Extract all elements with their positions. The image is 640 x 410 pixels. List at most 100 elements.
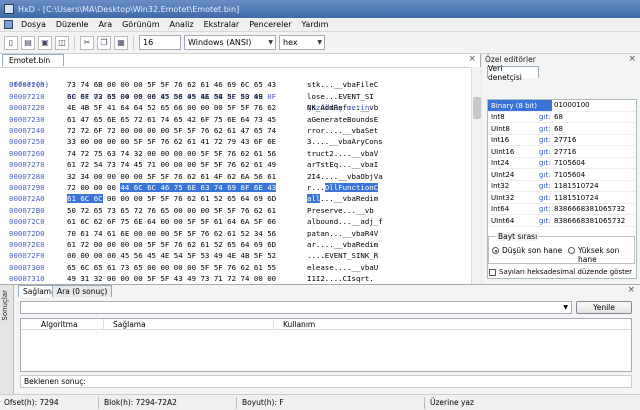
bytes-per-row-spinner[interactable]: 16 [139, 35, 181, 50]
row-decoded-text[interactable]: rror....__vbaSet [307, 125, 378, 136]
close-icon[interactable]: × [628, 54, 636, 64]
row-bytes[interactable]: 74 72 75 63 74 32 00 00 00 00 5F 5F 76 6… [67, 148, 276, 159]
row-bytes[interactable]: 49 31 32 00 00 00 5F 5F 43 49 73 71 72 7… [67, 273, 276, 284]
selected-text[interactable]: DllFunctionC [324, 183, 379, 192]
open-folder-icon[interactable]: ▤ [21, 35, 35, 50]
inspector-value[interactable]: 1181510724 [554, 194, 636, 202]
row-decoded-text[interactable]: albound...__adj_f [307, 216, 383, 227]
menu-extras[interactable]: Ekstralar [199, 20, 245, 29]
column-algorithm[interactable]: Algoritma [41, 320, 78, 329]
new-file-icon[interactable]: ▯ [4, 35, 18, 50]
row-bytes[interactable]: 61 6C 6C 00 00 00 5F 5F 76 62 61 52 65 6… [67, 193, 276, 204]
checksum-algorithm-select[interactable]: ▼ [20, 301, 572, 314]
row-bytes[interactable]: 70 61 74 61 6E 00 00 00 5F 5F 76 62 61 5… [67, 228, 276, 239]
results-side-tab[interactable]: Sonuçlar [0, 285, 14, 395]
menu-analysis[interactable]: Analiz [165, 20, 199, 29]
inspector-value[interactable]: 1181510724 [554, 182, 636, 190]
row-decoded-text[interactable]: ar....__vbaRedim [307, 239, 378, 250]
save-icon[interactable]: ▣ [38, 35, 52, 50]
menu-search[interactable]: Ara [93, 20, 117, 29]
menu-help[interactable]: Yardım [297, 20, 334, 29]
inspector-row[interactable]: Int24 gıt: 7105604 [488, 158, 636, 169]
row-bytes[interactable]: 72 00 00 00 44 6C 6C 46 75 6E 63 74 69 6… [67, 182, 277, 193]
row-bytes[interactable]: 32 34 00 00 00 00 5F 5F 76 62 61 4F 62 6… [67, 171, 276, 182]
little-endian-radio[interactable] [492, 247, 499, 254]
tab-data-inspector[interactable]: Veri denetçisi [487, 64, 539, 82]
row-decoded-text[interactable]: ....EVENT_SINK_R [307, 250, 378, 261]
row-decoded-text[interactable]: all...__vbaRedim [307, 193, 378, 204]
inspector-value[interactable]: 01000100 [552, 100, 636, 111]
hex-view[interactable]: Offset(h) 00 01 02 03 04 05 06 07 08 09 … [0, 67, 470, 306]
inspector-value[interactable]: 8386668381065732 [554, 217, 636, 225]
inspector-row[interactable]: Int64 gıt: 8386668381065732 [488, 204, 636, 215]
row-bytes[interactable]: 72 72 6F 72 00 00 00 00 5F 5F 76 62 61 4… [67, 125, 276, 136]
inspector-row[interactable]: UInt16 gıt: 27716 [488, 146, 636, 158]
document-window-icon[interactable] [4, 20, 13, 29]
row-bytes[interactable]: 61 72 54 73 74 45 71 00 00 00 5F 5F 76 6… [67, 159, 276, 170]
refresh-button[interactable]: Yenile [576, 301, 632, 314]
row-decoded-text[interactable]: r...DllFunctionC [307, 182, 379, 193]
offset-base-select[interactable]: hex ▼ [279, 35, 325, 50]
close-icon[interactable]: × [468, 54, 476, 64]
copy-icon[interactable]: ❐ [97, 35, 111, 50]
inspector-value[interactable]: 8386668381065732 [554, 205, 636, 213]
tab-search[interactable]: Ara (0 sonuç) [52, 285, 113, 297]
menu-file[interactable]: Dosya [16, 20, 51, 29]
inspector-value[interactable]: 27716 [554, 148, 636, 156]
row-decoded-text[interactable]: Preserve...__vb [307, 205, 374, 216]
inspector-row[interactable]: Int16 gıt: 27716 [488, 135, 636, 146]
menu-edit[interactable]: Düzenle [51, 20, 94, 29]
row-bytes[interactable]: 33 00 00 00 00 5F 5F 76 62 61 41 72 79 4… [67, 136, 276, 147]
paste-icon[interactable]: ▦ [114, 35, 128, 50]
scrollbar-thumb[interactable] [473, 97, 481, 119]
inspector-value[interactable]: 68 [554, 125, 636, 133]
row-bytes[interactable]: 00 00 00 00 45 56 45 4E 54 5F 53 49 4E 4… [67, 250, 276, 261]
row-decoded-text[interactable]: truct2....__vbaV [307, 148, 378, 159]
row-decoded-text[interactable]: arTstEq...__vbaI [307, 159, 378, 170]
row-decoded-text[interactable]: aGenerateBoundsE [307, 114, 378, 125]
inspector-value[interactable]: 7105604 [554, 171, 636, 179]
inspector-row[interactable]: UInt32 gıt: 1181510724 [488, 192, 636, 204]
row-decoded-text[interactable]: patan...__vbaR4V [307, 228, 378, 239]
row-bytes[interactable]: 61 47 65 6E 65 72 61 74 65 42 6F 75 6E 6… [67, 114, 276, 125]
inspector-row[interactable]: UInt64 gıt: 8386668381065732 [488, 215, 636, 227]
selected-bytes[interactable]: 44 6C 6C 46 75 6E 63 74 69 6F 6E 43 [120, 183, 277, 192]
selected-bytes[interactable]: 61 6C 6C [67, 194, 103, 204]
cut-icon[interactable]: ✂ [80, 35, 94, 50]
row-decoded-text[interactable]: elease....__vbaU [307, 262, 378, 273]
row-bytes[interactable]: 73 74 6B 00 00 00 5F 5F 76 62 61 46 69 6… [67, 79, 276, 90]
editor-scrollbar[interactable] [471, 67, 481, 284]
inspector-value[interactable]: 27716 [554, 136, 636, 144]
big-endian-radio[interactable] [568, 247, 575, 254]
column-usage[interactable]: Kullanım [283, 320, 315, 329]
charset-select[interactable]: Windows (ANSI) ▼ [184, 35, 276, 50]
inspector-row[interactable]: Int8 gıt: 68 [488, 112, 636, 123]
row-decoded-text[interactable]: NK_AddRef...__vb [307, 102, 378, 113]
hex-integers-checkbox[interactable] [489, 269, 496, 276]
selected-text[interactable]: all [307, 194, 321, 204]
inspector-row[interactable]: UInt24 gıt: 7105604 [488, 169, 636, 181]
row-decoded-text[interactable]: stk...__vbaFileC [307, 79, 378, 90]
row-bytes[interactable]: 4E 4B 5F 41 64 64 52 65 66 00 00 00 5F 5… [67, 102, 276, 113]
row-bytes[interactable]: 65 6C 65 61 73 65 00 00 00 00 5F 5F 76 6… [67, 262, 276, 273]
row-decoded-text[interactable]: I1I2....CIsqrt. [307, 273, 374, 284]
menu-windows[interactable]: Pencereler [244, 20, 296, 29]
row-decoded-text[interactable]: 3....__vbaAryCons [307, 136, 383, 147]
row-bytes[interactable]: 61 6C 62 6F 75 6E 64 00 00 5F 5F 61 64 6… [67, 216, 276, 227]
inspector-value[interactable]: 68 [554, 113, 636, 121]
inspector-row[interactable]: UInt8 gıt: 68 [488, 123, 636, 135]
expected-result-field[interactable]: Beklenen sonuç: [20, 375, 632, 388]
row-bytes[interactable]: 6C 6F 73 65 00 00 00 45 56 45 4E 54 5F 5… [67, 91, 263, 102]
inspector-value[interactable]: 7105604 [554, 159, 636, 167]
inspector-row[interactable]: Binary (8 bit) 01000100 [488, 100, 636, 112]
row-bytes[interactable]: 61 72 00 00 00 00 5F 5F 76 62 61 52 65 6… [67, 239, 276, 250]
inspector-row[interactable]: Int32 gıt: 1181510724 [488, 181, 636, 192]
checksum-table[interactable]: Algoritma Sağlama Kullanım [20, 318, 632, 372]
row-bytes[interactable]: 50 72 65 73 65 72 76 65 00 00 00 5F 5F 7… [67, 205, 276, 216]
open-disk-icon[interactable]: ◫ [55, 35, 69, 50]
column-checksum[interactable]: Sağlama [113, 320, 146, 329]
row-decoded-text[interactable]: 2I4....__vbaObjVa [307, 171, 383, 182]
row-decoded-text[interactable]: lose...EVENT_SI [307, 91, 374, 102]
document-tab[interactable]: Emotet.bin [2, 54, 64, 66]
menu-view[interactable]: Görünüm [117, 20, 164, 29]
